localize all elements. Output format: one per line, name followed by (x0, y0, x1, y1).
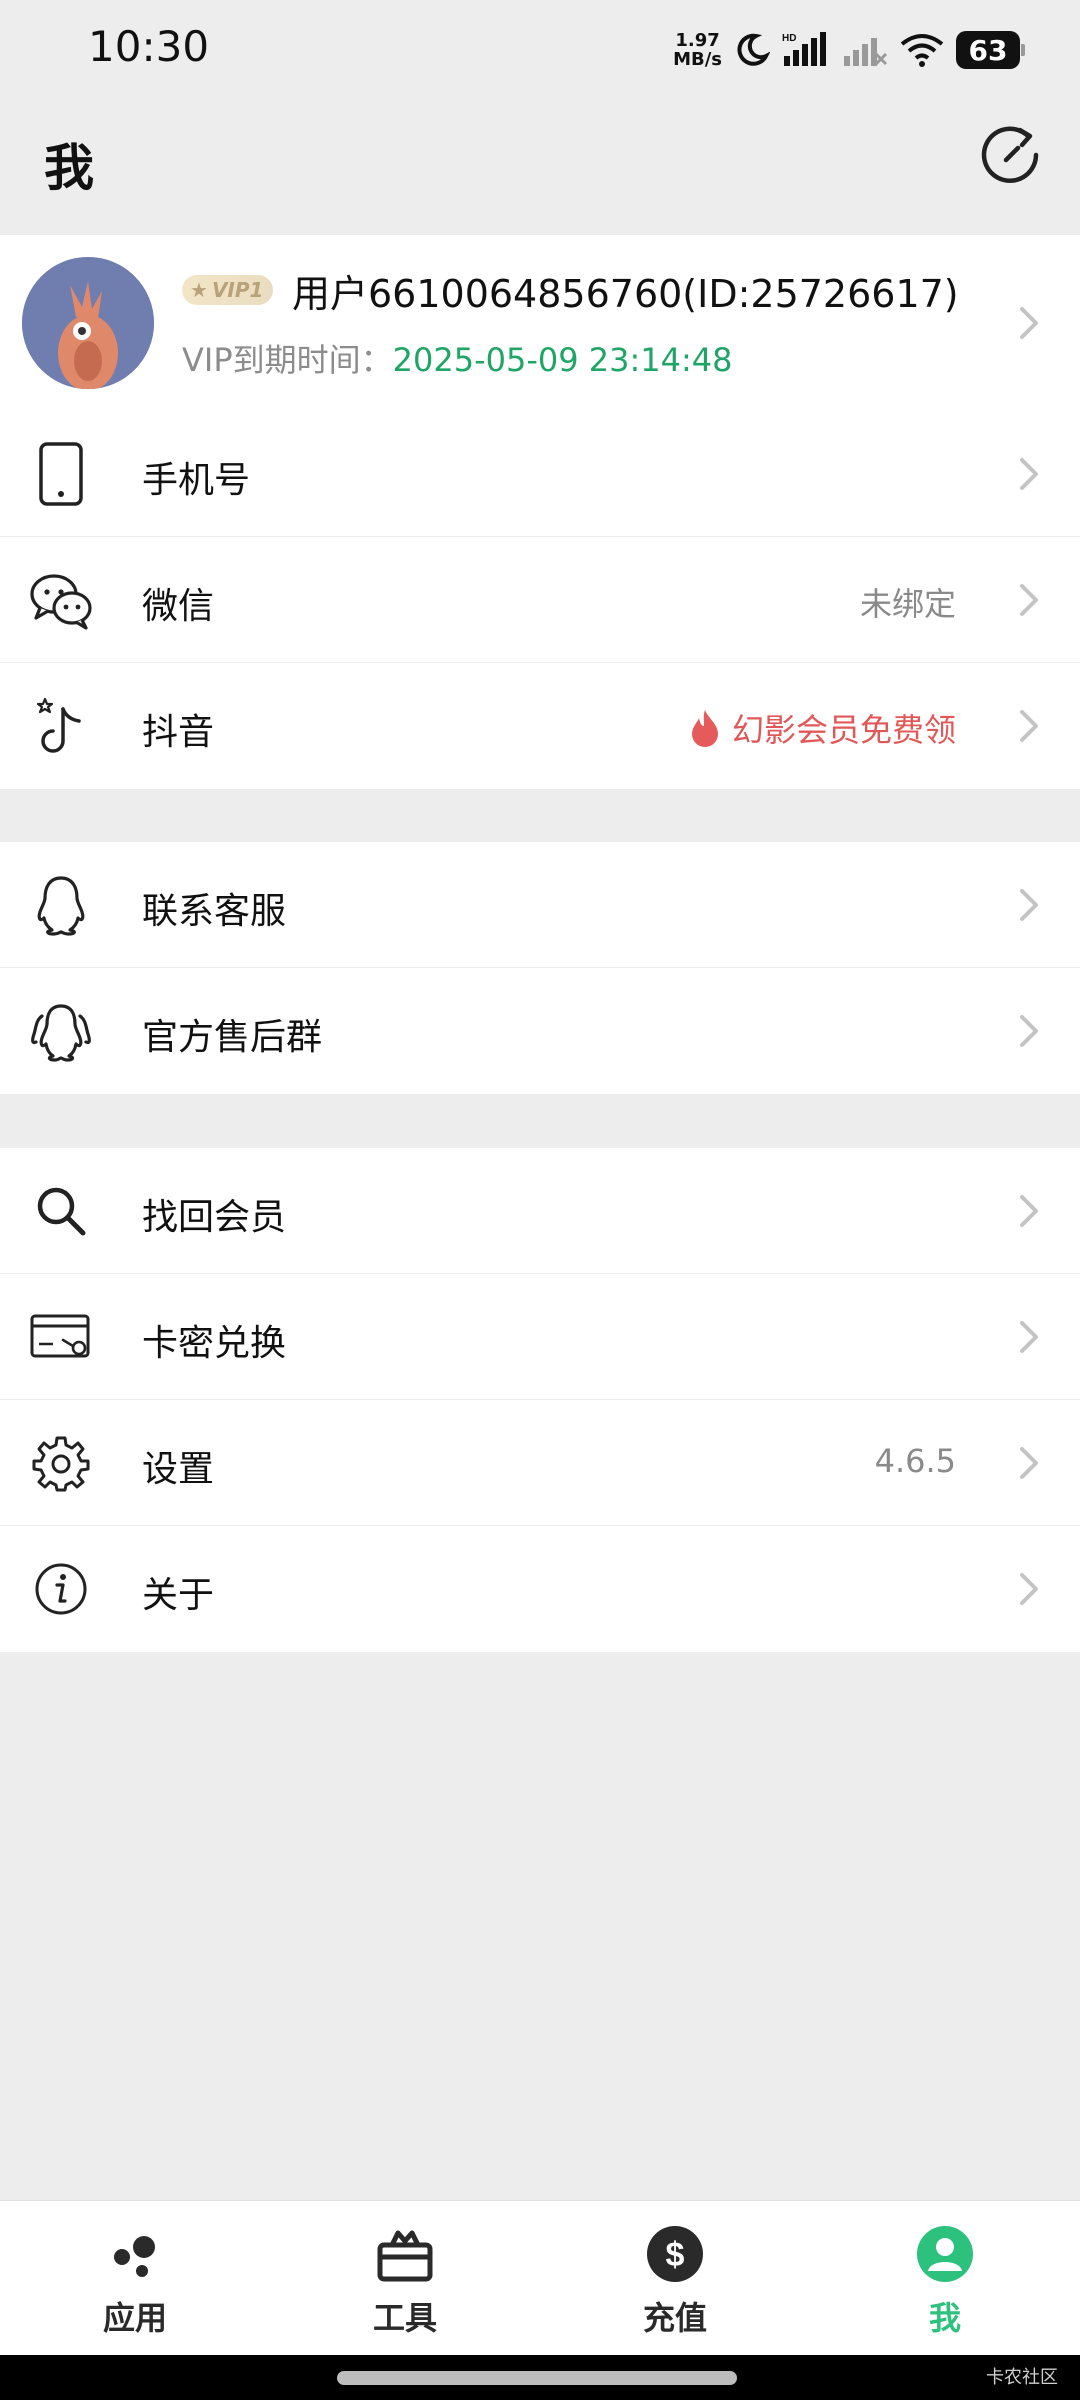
qq-group-icon (28, 998, 94, 1064)
support-group: 联系客服 官方售后群 (0, 842, 1080, 1094)
status-time: 10:30 (88, 22, 210, 71)
chevron-right-icon (1020, 710, 1038, 742)
moon-icon (737, 33, 770, 66)
douyin-icon (28, 693, 94, 759)
menu-item-douyin[interactable]: 抖音 幻影会员免费领 (0, 663, 1080, 789)
qq-icon (28, 872, 94, 938)
menu-item-after-sales-group[interactable]: 官方售后群 (0, 968, 1080, 1094)
refresh-icon[interactable] (978, 122, 1044, 188)
avatar-image (22, 257, 154, 389)
gesture-bar: 卡农社区 (0, 2355, 1080, 2400)
chevron-right-icon (1020, 458, 1038, 490)
chevron-right-icon (1020, 1195, 1038, 1227)
nav-label: 工具 (372, 2299, 437, 2337)
dollar-icon: $ (647, 2226, 703, 2282)
menu-item-label: 关于 (142, 1575, 215, 1616)
phone-icon (28, 441, 94, 507)
profile-card[interactable]: ★ VIP1 用户6610064856760(ID:25726617) VIP到… (0, 235, 1080, 411)
menu-item-label: 卡密兑换 (142, 1323, 287, 1364)
nav-tab-apps[interactable]: 应用 (0, 2201, 270, 2355)
menu-item-recover-membership[interactable]: 找回会员 (0, 1148, 1080, 1274)
vip-expire-label: VIP到期时间： (182, 341, 393, 379)
menu-item-card-key-redeem[interactable]: 卡密兑换 (0, 1274, 1080, 1400)
wechat-icon (28, 567, 94, 633)
bottom-nav: 应用 工具 $ 充值 我 (0, 2200, 1080, 2355)
menu-item-about[interactable]: 关于 (0, 1526, 1080, 1652)
menu-item-label: 微信 (142, 586, 215, 627)
search-icon (28, 1178, 94, 1244)
wifi-icon (900, 34, 944, 67)
chevron-right-icon (1020, 889, 1038, 921)
nav-tab-tools[interactable]: 工具 (270, 2201, 540, 2355)
cellular-signal-icon: HD (782, 32, 826, 66)
menu-item-label: 设置 (142, 1449, 215, 1490)
menu-item-wechat[interactable]: 微信 未绑定 (0, 537, 1080, 663)
battery-indicator: 63 (956, 31, 1025, 69)
chevron-right-icon (1020, 1573, 1038, 1605)
menu-item-label: 联系客服 (142, 891, 287, 932)
gear-icon (28, 1430, 94, 1496)
menu-item-label: 抖音 (142, 712, 215, 753)
toolbox-icon (377, 2230, 433, 2282)
menu-item-label: 手机号 (142, 460, 251, 501)
membership-settings-group: 找回会员 卡密兑换 设置 4.6.5 关于 (0, 1148, 1080, 1652)
nav-label: 应用 (102, 2299, 167, 2337)
flame-icon (691, 710, 718, 747)
vip-expire-date: 2025-05-09 23:14:48 (392, 341, 733, 379)
douyin-promo: 幻影会员免费领 (690, 705, 956, 751)
menu-item-label: 找回会员 (142, 1197, 287, 1238)
status-icons: 1.97 MB/s HD 63 (673, 26, 1025, 74)
page-header: 我 (0, 100, 1080, 235)
status-bar: 10:30 1.97 MB/s HD 63 (0, 0, 1080, 100)
apps-icon (114, 2236, 155, 2277)
menu-item-label: 官方售后群 (142, 1017, 323, 1058)
nav-tab-me[interactable]: 我 (810, 2201, 1080, 2355)
menu-item-phone[interactable]: 手机号 (0, 411, 1080, 537)
wechat-bind-status: 未绑定 (859, 585, 956, 623)
info-icon (28, 1556, 94, 1622)
account-binding-group: 手机号 微信 未绑定 抖音 幻影会员免费领 (0, 411, 1080, 789)
cellular-signal-2-icon (844, 38, 888, 66)
menu-item-customer-service[interactable]: 联系客服 (0, 842, 1080, 968)
chevron-right-icon (1020, 307, 1038, 339)
nav-tab-recharge[interactable]: $ 充值 (540, 2201, 810, 2355)
star-icon: ★ (190, 278, 208, 302)
watermark: 卡农社区 (986, 2367, 1058, 2388)
avatar[interactable] (22, 257, 154, 389)
svg-text:$: $ (666, 2236, 685, 2274)
chevron-right-icon (1020, 1447, 1038, 1479)
network-speed: 1.97 MB/s (673, 30, 722, 70)
menu-item-settings[interactable]: 设置 4.6.5 (0, 1400, 1080, 1526)
profile-icon (917, 2226, 973, 2282)
chevron-right-icon (1020, 1015, 1038, 1047)
username: 用户6610064856760(ID:25726617) (292, 272, 959, 316)
chevron-right-icon (1020, 584, 1038, 616)
home-indicator[interactable] (337, 2371, 737, 2385)
app-version: 4.6.5 (874, 1442, 956, 1480)
vip-expire: VIP到期时间：2025-05-09 23:14:48 (182, 335, 733, 381)
nav-label: 我 (928, 2299, 961, 2337)
nav-label: 充值 (642, 2299, 707, 2337)
page-title: 我 (44, 139, 94, 197)
vip-badge: ★ VIP1 (182, 275, 274, 305)
chevron-right-icon (1020, 1321, 1038, 1353)
card-key-icon (28, 1304, 94, 1370)
svg-text:HD: HD (782, 33, 796, 44)
